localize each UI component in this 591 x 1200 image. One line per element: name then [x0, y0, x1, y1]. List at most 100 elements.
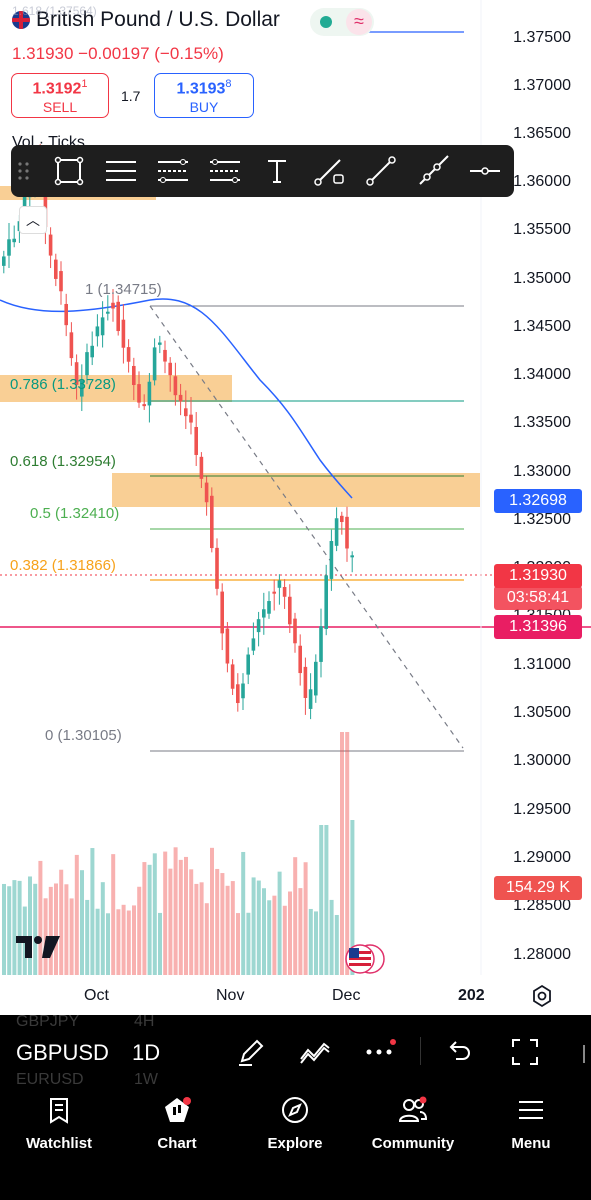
chart-area[interactable]: British Pound / U.S. Dollar 1.618 (1.375…: [0, 0, 591, 1015]
pen-icon[interactable]: [234, 1035, 268, 1069]
candle-body: [54, 259, 58, 279]
drag-handle-icon[interactable]: [17, 161, 31, 181]
candle-body: [298, 645, 302, 674]
nav-label: Chart: [157, 1135, 197, 1152]
volume-bar: [319, 825, 324, 975]
ghost-fib-top-label: 1.618 (1.37564): [12, 4, 97, 18]
candle-body: [69, 332, 74, 359]
price-axis-label: 1.35500: [513, 221, 571, 238]
nav-label: Explore: [267, 1135, 323, 1152]
candle-body: [334, 518, 339, 546]
volume-bar: [204, 903, 209, 975]
candle-body: [126, 347, 131, 362]
candle-body: [106, 311, 110, 314]
candle-body: [288, 596, 292, 625]
trend-line-tool-icon[interactable]: [363, 153, 399, 189]
trend-angle-tool-icon[interactable]: [311, 153, 347, 189]
fib-label-0382: 0.382 (1.31866): [10, 557, 116, 574]
ray-tool-icon[interactable]: [415, 153, 451, 189]
interval-selector[interactable]: 1D: [132, 1040, 160, 1066]
volume-bar: [116, 909, 121, 975]
nav-label: Watchlist: [25, 1135, 93, 1152]
price-axis-label: 1.34500: [513, 318, 571, 335]
time-axis-label: 202: [458, 987, 485, 1004]
symbol-selector[interactable]: GBPUSD: [16, 1040, 109, 1066]
candle-body: [158, 342, 162, 345]
volume-bar: [241, 851, 246, 975]
candle-body: [142, 404, 146, 407]
parallel-channel-tool-icon[interactable]: [103, 153, 139, 189]
fib-label-1: 1 (1.34715): [85, 281, 162, 298]
candle-body: [314, 661, 318, 696]
candle-body: [277, 580, 282, 588]
nav-watchlist[interactable]: Watchlist: [0, 1095, 118, 1152]
sell-price-pip: 1: [81, 78, 88, 90]
volume-bar: [215, 868, 220, 975]
candle-body: [329, 540, 334, 579]
volume-bar: [262, 888, 266, 975]
time-axis-label: Dec: [332, 987, 361, 1004]
candle-body: [147, 381, 152, 406]
volume-bar: [220, 873, 225, 975]
regression-trend-tool-icon[interactable]: [207, 153, 243, 189]
volume-bar: [329, 899, 334, 975]
undo-icon[interactable]: [442, 1035, 476, 1069]
gear-icon[interactable]: [530, 984, 554, 1008]
candle-body: [210, 495, 214, 549]
candle-body: [230, 664, 235, 689]
fib-label-0618: 0.618 (1.32954): [10, 453, 116, 470]
price-axis-label: 1.29000: [513, 849, 571, 866]
price-axis-label: 1.32500: [513, 511, 571, 528]
volume-bar: [184, 856, 188, 975]
candle-body: [199, 456, 204, 479]
nav-community[interactable]: Community: [354, 1095, 472, 1152]
fullscreen-icon[interactable]: [508, 1035, 542, 1069]
candle-body: [132, 365, 136, 386]
ghost-symbol-above: GBPJPY: [16, 1015, 80, 1030]
indicators-icon[interactable]: [298, 1035, 332, 1069]
candle-body: [163, 349, 167, 362]
volume-bar: [173, 847, 178, 975]
nav-explore[interactable]: Explore: [236, 1095, 354, 1152]
text-tool-icon[interactable]: [259, 153, 295, 189]
candle-body: [251, 638, 256, 651]
sell-label: SELL: [42, 99, 78, 116]
volume-bar: [210, 847, 214, 975]
volume-bar: [158, 912, 162, 975]
volume-bar: [340, 732, 344, 975]
more-options-icon[interactable]: [362, 1035, 396, 1069]
volume-bar: [225, 885, 230, 975]
rectangle-tool-icon[interactable]: [51, 153, 87, 189]
nav-chart[interactable]: Chart: [118, 1095, 236, 1152]
volume-bar: [199, 882, 204, 975]
market-status-pill[interactable]: ≈: [310, 8, 374, 36]
candle-body: [262, 609, 266, 618]
fib-channel-tool-icon[interactable]: [155, 153, 191, 189]
candle-body: [282, 586, 287, 597]
candle-body: [100, 317, 105, 336]
menu-icon: [519, 1101, 543, 1119]
volume-bar: [152, 853, 157, 975]
collapse-chevron-up-icon[interactable]: ︿: [19, 206, 47, 234]
more-edge-icon[interactable]: [570, 1035, 591, 1069]
candle-body: [137, 384, 141, 403]
volume-bar: [12, 880, 17, 975]
nav-menu[interactable]: Menu: [472, 1095, 590, 1152]
price-axis-label: 1.31000: [513, 656, 571, 673]
buy-button[interactable]: 1.31938 BUY: [154, 73, 254, 118]
horizontal-line-price-tag: 1.31396: [494, 615, 582, 639]
wave-icon: ≈: [346, 9, 372, 35]
price-axis-label: 1.37000: [513, 77, 571, 94]
sell-button[interactable]: 1.31921 SELL: [11, 73, 109, 118]
candle-body: [116, 301, 120, 332]
candle-body: [111, 302, 115, 309]
currency-flags-icon: [345, 944, 385, 974]
community-icon: [398, 1096, 428, 1122]
fib-label-05: 0.5 (1.32410): [30, 505, 120, 522]
candle-body: [350, 555, 354, 558]
candle-body: [246, 654, 250, 675]
price-axis-label: 1.34000: [513, 366, 571, 383]
volume-bar: [147, 864, 152, 975]
volume-bar: [95, 908, 100, 975]
volume-bar: [324, 825, 329, 975]
